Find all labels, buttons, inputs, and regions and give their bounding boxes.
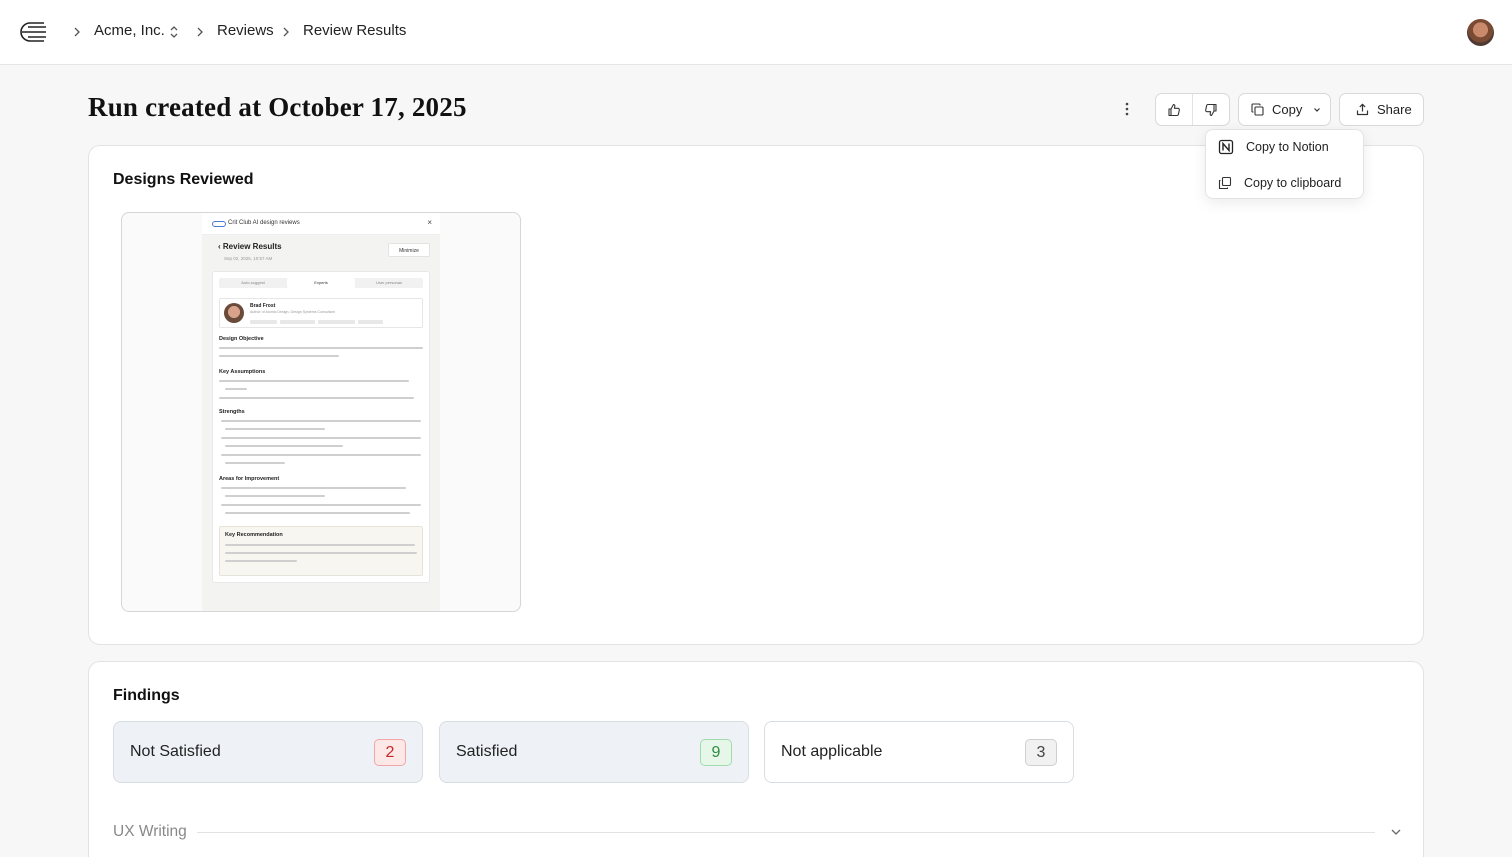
copy-icon — [1251, 103, 1264, 116]
preview-tabs: Auto-suggest Experts User personas — [219, 278, 423, 288]
share-label: Share — [1377, 102, 1412, 117]
stat-label: Satisfied — [456, 743, 518, 760]
app-logo-icon[interactable] — [16, 18, 50, 46]
findings-card: Findings Not Satisfied 2 Satisfied 9 Not… — [88, 661, 1424, 857]
user-avatar[interactable] — [1467, 19, 1494, 46]
close-icon: × — [427, 218, 432, 227]
preview-panel: Auto-suggest Experts User personas Brad … — [212, 271, 430, 583]
preview-rec-title: Key Recommendation — [225, 532, 283, 538]
preview-minimize: Minimize — [388, 243, 430, 257]
thumbs-up-button[interactable] — [1156, 94, 1193, 125]
expert-name: Brad Frost — [250, 303, 276, 309]
thumbs-up-icon — [1168, 103, 1180, 116]
copy-dropdown-menu: Copy to Notion Copy to clipboard — [1205, 129, 1364, 199]
stat-satisfied[interactable]: Satisfied 9 — [439, 721, 749, 783]
preview-app-name: Crit Club AI design reviews — [228, 220, 300, 226]
top-nav: Acme, Inc. Reviews Review Results — [0, 0, 1512, 65]
expert-avatar — [224, 303, 244, 323]
stat-label: Not Satisfied — [130, 743, 221, 760]
design-preview: Crit Club AI design reviews × ‹ Review R… — [202, 213, 440, 611]
more-options-button[interactable] — [1117, 97, 1137, 121]
org-switcher-icon[interactable] — [168, 24, 180, 40]
stat-not-applicable[interactable]: Not applicable 3 — [764, 721, 1074, 783]
section-divider — [197, 832, 1375, 833]
design-thumbnail[interactable]: Crit Club AI design reviews × ‹ Review R… — [121, 212, 521, 612]
preview-tab: Experts — [287, 278, 355, 288]
share-button[interactable]: Share — [1339, 93, 1424, 126]
breadcrumb-current: Review Results — [303, 22, 407, 39]
chevron-right-icon — [74, 27, 80, 37]
menu-item-label: Copy to clipboard — [1244, 176, 1342, 190]
preview-expert-card: Brad Frost Author of Atomic Design, Desi… — [219, 298, 423, 328]
section-ux-writing[interactable]: UX Writing — [113, 822, 1403, 842]
copy-button[interactable]: Copy — [1238, 93, 1331, 126]
section-title: UX Writing — [113, 823, 187, 840]
count-badge: 3 — [1025, 739, 1057, 766]
chevron-right-icon — [283, 27, 289, 37]
count-badge: 2 — [374, 739, 406, 766]
preview-recommendation: Key Recommendation — [219, 526, 423, 576]
findings-title: Findings — [113, 687, 180, 704]
designs-reviewed-card: Designs Reviewed Crit Club AI design rev… — [88, 145, 1424, 645]
stat-not-satisfied[interactable]: Not Satisfied 2 — [113, 721, 423, 783]
chevron-right-icon — [197, 27, 203, 37]
chevron-down-icon[interactable] — [1389, 825, 1403, 839]
preview-title-text: Review Results — [222, 242, 282, 251]
feedback-group — [1155, 93, 1230, 126]
menu-item-label: Copy to Notion — [1246, 140, 1329, 154]
preview-section-heading: Key Assumptions — [219, 369, 266, 375]
kebab-icon — [1125, 102, 1129, 116]
preview-section-heading: Areas for Improvement — [219, 476, 280, 482]
copy-label: Copy — [1272, 102, 1303, 117]
count-badge: 9 — [700, 739, 732, 766]
menu-item-copy-to-clipboard[interactable]: Copy to clipboard — [1206, 166, 1365, 200]
chevron-down-icon — [1314, 107, 1321, 112]
preview-section-heading: Design Objective — [219, 336, 264, 342]
clipboard-icon — [1218, 176, 1232, 190]
preview-header: Crit Club AI design reviews × — [202, 213, 440, 235]
thumbs-down-icon — [1204, 103, 1217, 116]
expert-subtitle: Author of Atomic Design, Design Systems … — [250, 310, 335, 314]
preview-date: Sep 02, 2025, 10:57 AM — [224, 256, 273, 261]
notion-icon — [1218, 139, 1234, 155]
preview-tab: Auto-suggest — [241, 280, 265, 285]
share-icon — [1356, 103, 1369, 116]
preview-section-heading: Strengths — [219, 409, 245, 415]
page-title: Run created at October 17, 2025 — [88, 92, 467, 122]
designs-reviewed-title: Designs Reviewed — [113, 171, 254, 188]
breadcrumb-org[interactable]: Acme, Inc. — [94, 22, 165, 39]
preview-tab: User personas — [375, 280, 402, 285]
preview-title: ‹ Review Results — [218, 242, 282, 251]
crit-club-logo-icon — [212, 221, 226, 227]
menu-item-copy-to-notion[interactable]: Copy to Notion — [1206, 130, 1365, 164]
stat-label: Not applicable — [781, 743, 883, 760]
breadcrumb-reviews[interactable]: Reviews — [217, 22, 274, 39]
thumbs-down-button[interactable] — [1193, 94, 1230, 125]
